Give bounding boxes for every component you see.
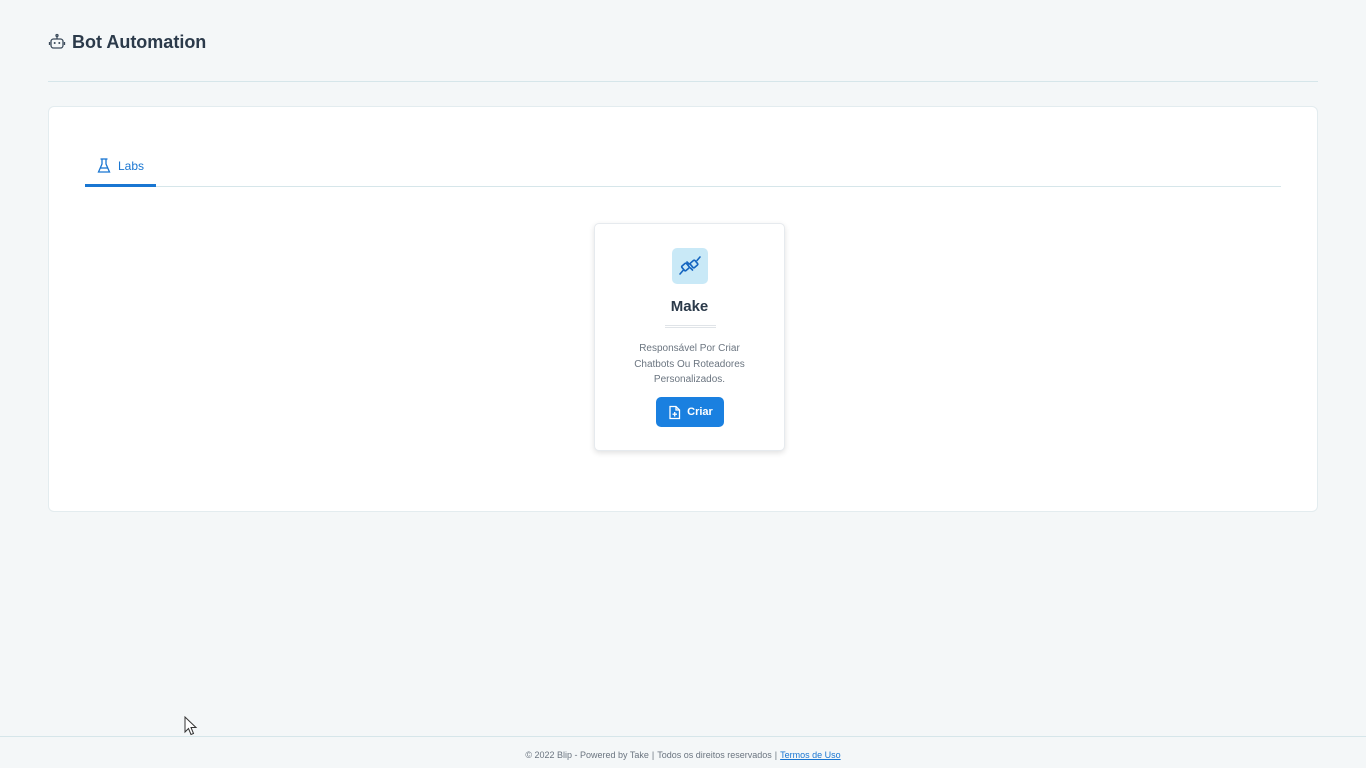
- file-plus-icon: [669, 405, 681, 419]
- tab-label: Labs: [117, 158, 145, 173]
- plug-icon: [679, 256, 701, 275]
- page-header: Bot Automation: [48, 30, 1318, 82]
- robot-icon: [48, 33, 66, 49]
- footer-rights: Todos os direitos reservados: [657, 749, 772, 760]
- footer-separator: |: [774, 749, 778, 760]
- footer: © 2022 Blip - Powered by Take | Todos os…: [0, 736, 1366, 768]
- flask-icon: [97, 157, 111, 173]
- terms-link[interactable]: Termos de Uso: [780, 750, 841, 760]
- card-icon-box: [672, 248, 708, 284]
- footer-copyright: © 2022 Blip - Powered by Take: [525, 749, 649, 760]
- footer-separator: |: [651, 749, 655, 760]
- create-button-label: Criar: [687, 406, 713, 418]
- card-description: Responsável Por Criar Chatbots Ou Rotead…: [634, 343, 745, 385]
- page: Bot Automation Labs Make Responsável Por…: [0, 0, 1366, 768]
- content-panel: Labs Make Responsável Por Criar Chatbots…: [48, 106, 1318, 512]
- tab-labs[interactable]: Labs: [85, 147, 156, 187]
- page-title: Bot Automation: [72, 32, 207, 52]
- bot-card-make: Make Responsável Por Criar Chatbots Ou R…: [594, 223, 785, 451]
- tab-bar: Labs: [85, 147, 1281, 187]
- card-divider: [665, 325, 716, 328]
- create-button[interactable]: Criar: [656, 397, 724, 427]
- card-title: Make: [670, 298, 709, 315]
- mouse-cursor-icon: [184, 716, 198, 736]
